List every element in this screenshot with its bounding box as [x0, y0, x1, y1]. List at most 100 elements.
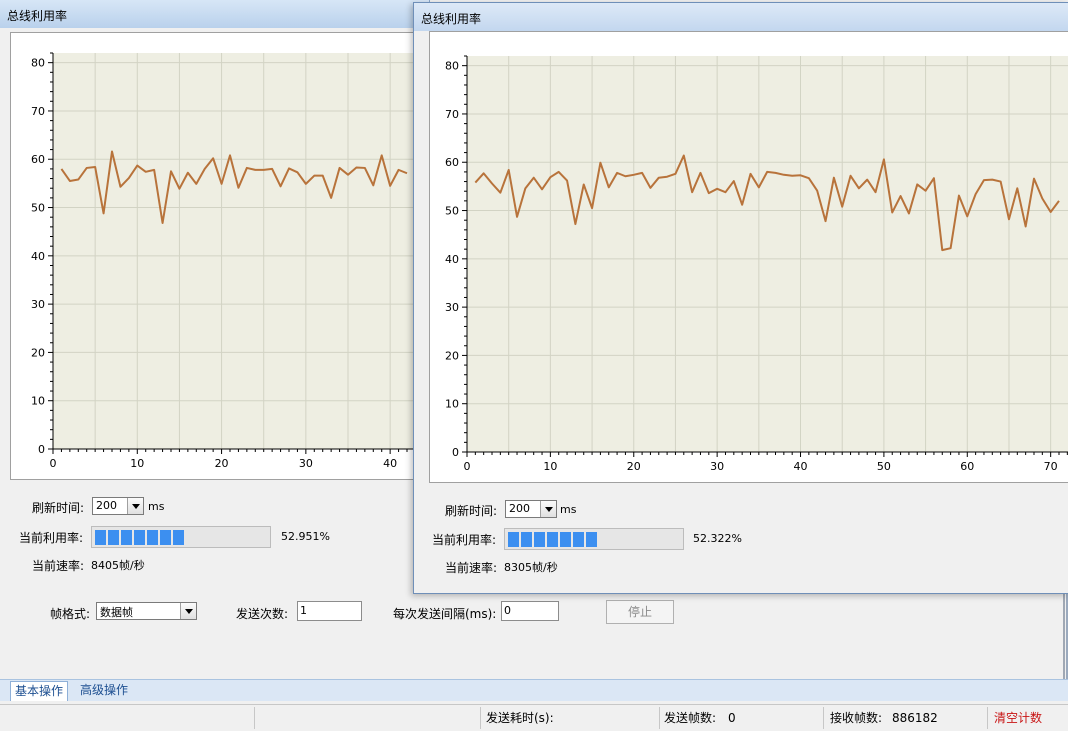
send-settings-panel: 帧格式: 数据帧 发送次数: 1 每次发送间隔(ms): 0 停止 [0, 592, 1068, 679]
x-tick-label: 0 [50, 457, 57, 470]
refresh-dropdown-button[interactable] [127, 498, 143, 514]
progress-segment [534, 532, 545, 547]
refresh-time-label: 刷新时间: [445, 504, 498, 518]
x-tick-label: 30 [710, 460, 724, 473]
refresh-time-value: 200 [96, 499, 117, 512]
y-tick-label: 30 [31, 298, 45, 311]
x-tick-label: 20 [215, 457, 229, 470]
chevron-down-icon [185, 609, 193, 614]
clear-count-button[interactable]: 清空计数 [990, 707, 1068, 729]
current-usage-label: 当前利用率: [19, 531, 84, 545]
status-bar: 发送耗时(s): 发送帧数: 0 接收帧数: 886182 清空计数 [0, 704, 1068, 731]
send-count-label: 发送次数: [236, 607, 289, 621]
progress-segment [560, 532, 571, 547]
usage-chart-svg-1: 0 10 20 30 40 50 60 70 80 0 10 20 30 40 [31, 52, 431, 470]
current-rate-value: 8405帧/秒 [91, 559, 145, 572]
y-tick-label: 60 [445, 156, 459, 169]
x-tick-label: 40 [383, 457, 397, 470]
y-tick-label: 80 [31, 57, 45, 70]
plot-area [467, 56, 1068, 452]
window-title: 总线利用率 [7, 9, 68, 23]
refresh-unit: ms [560, 503, 577, 516]
refresh-time-value: 200 [509, 502, 530, 515]
progress-segment [586, 532, 597, 547]
window-title-bar[interactable]: 总线利用率 [0, 0, 429, 28]
usage-chart-1: 0 10 20 30 40 50 60 70 80 0 10 20 30 40 [10, 32, 431, 480]
current-usage-label: 当前利用率: [432, 533, 497, 547]
y-tick-label: 50 [31, 202, 45, 215]
current-usage-value: 52.951% [281, 530, 330, 543]
recv-frames-value: 886182 [888, 707, 988, 729]
status-cell-empty [0, 707, 255, 729]
send-count-input[interactable]: 1 [297, 601, 362, 621]
stop-button[interactable]: 停止 [606, 600, 674, 624]
progress-segment [147, 530, 158, 545]
send-interval-label: 每次发送间隔(ms): [393, 607, 497, 621]
frame-format-select[interactable]: 数据帧 [96, 602, 197, 620]
y-tick-label: 60 [31, 153, 45, 166]
y-tick-label: 20 [31, 346, 45, 359]
x-tick-label: 10 [130, 457, 144, 470]
x-tick-label: 20 [627, 460, 641, 473]
send-time-value [560, 707, 660, 729]
sent-frames-value: 0 [724, 707, 824, 729]
x-tick-label: 0 [464, 460, 471, 473]
y-tick-label: 70 [445, 108, 459, 121]
usage-progress-bar [504, 528, 684, 550]
chevron-down-icon [545, 507, 553, 512]
recv-frames-label: 接收帧数: [830, 711, 883, 725]
usage-chart-svg-2: 0 10 20 30 40 50 60 70 80 0 10 20 30 40 50 60 70 [445, 55, 1068, 473]
y-tick-label: 50 [445, 205, 459, 218]
y-tick-label: 70 [31, 105, 45, 118]
y-tick-label: 10 [445, 398, 459, 411]
current-rate-label: 当前速率: [445, 561, 498, 575]
bus-usage-window-2: 总线利用率 0 10 20 30 40 50 60 70 80 0 10 20 30 40 50 60 70 刷… [413, 2, 1068, 594]
status-cell-empty-2 [255, 707, 481, 729]
y-tick-label: 20 [445, 349, 459, 362]
y-tick-label: 40 [31, 250, 45, 263]
frame-format-label: 帧格式: [50, 607, 91, 621]
progress-segment [95, 530, 106, 545]
refresh-dropdown-button[interactable] [540, 501, 556, 517]
progress-segment [173, 530, 184, 545]
progress-segment [547, 532, 558, 547]
refresh-time-label: 刷新时间: [32, 501, 85, 515]
send-time-label: 发送耗时(s): [486, 711, 554, 725]
frame-format-value: 数据帧 [100, 606, 133, 619]
progress-segment [573, 532, 584, 547]
progress-segment [108, 530, 119, 545]
sent-frames-label: 发送帧数: [664, 711, 717, 725]
window-title: 总线利用率 [421, 12, 482, 26]
current-rate-value: 8305帧/秒 [504, 561, 558, 574]
tab-bar: 基本操作 高级操作 [0, 679, 1068, 701]
send-interval-input[interactable]: 0 [501, 601, 559, 621]
current-usage-value: 52.322% [693, 532, 742, 545]
x-tick-label: 70 [1044, 460, 1058, 473]
panel-border [1063, 592, 1065, 680]
x-tick-label: 50 [877, 460, 891, 473]
x-tick-label: 10 [543, 460, 557, 473]
progress-segment [508, 532, 519, 547]
chevron-down-icon [132, 504, 140, 509]
window-title-bar[interactable]: 总线利用率 [414, 3, 1068, 31]
y-tick-label: 10 [31, 395, 45, 408]
current-rate-label: 当前速率: [32, 559, 85, 573]
x-tick-label: 40 [794, 460, 808, 473]
y-tick-label: 40 [445, 253, 459, 266]
plot-area [53, 53, 431, 449]
progress-segment [521, 532, 532, 547]
bus-usage-window-1: 总线利用率 0 10 20 30 40 50 60 70 80 0 10 20 30 40 刷新时间: 2… [0, 0, 431, 592]
refresh-time-select[interactable]: 200 [92, 497, 144, 515]
tab-advanced-operations[interactable]: 高级操作 [76, 681, 132, 701]
refresh-time-select[interactable]: 200 [505, 500, 557, 518]
y-tick-label: 30 [445, 301, 459, 314]
tab-basic-operations[interactable]: 基本操作 [10, 681, 69, 701]
y-tick-label: 0 [38, 443, 45, 456]
usage-chart-2: 0 10 20 30 40 50 60 70 80 0 10 20 30 40 50 60 70 [429, 31, 1068, 483]
progress-segment [134, 530, 145, 545]
x-tick-label: 60 [960, 460, 974, 473]
progress-segment [160, 530, 171, 545]
frame-format-dropdown-button[interactable] [180, 603, 196, 619]
usage-progress-bar [91, 526, 271, 548]
refresh-unit: ms [148, 500, 165, 513]
